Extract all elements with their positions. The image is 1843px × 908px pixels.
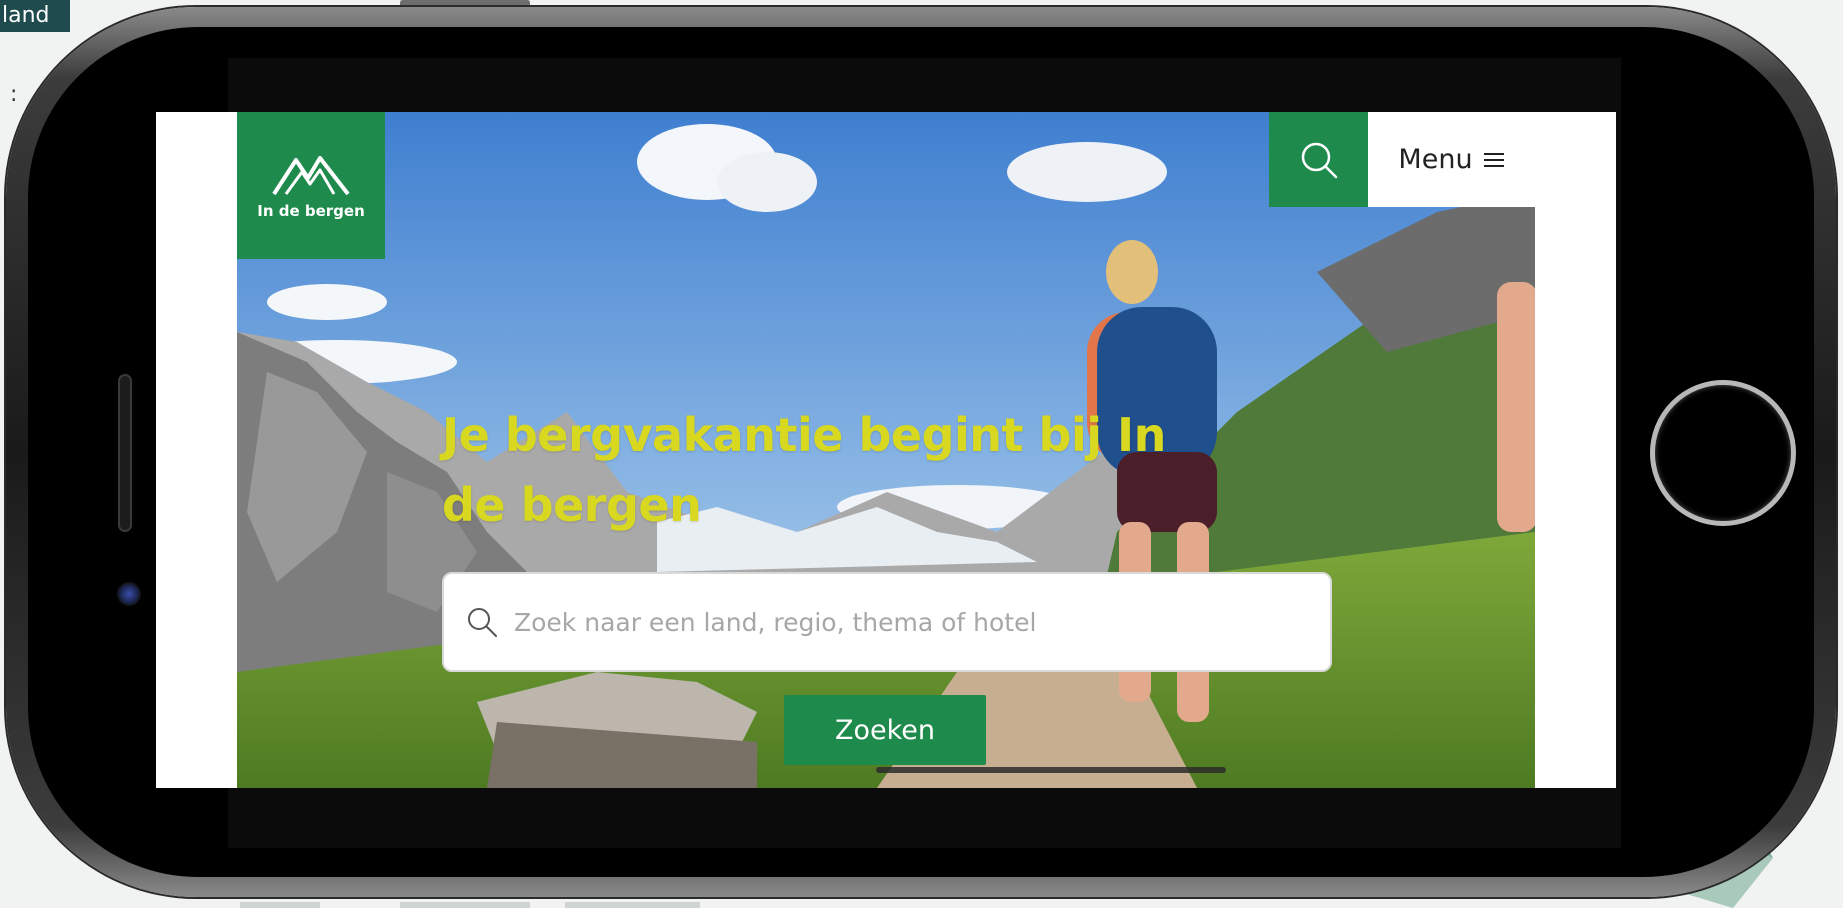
phone-camera	[117, 582, 141, 606]
scroll-indicator	[876, 767, 1226, 773]
hamburger-icon	[1483, 152, 1504, 167]
search-icon	[468, 608, 497, 637]
background-strip	[240, 902, 320, 908]
home-button[interactable]	[1650, 380, 1796, 526]
mountain-icon	[272, 156, 350, 196]
search-input[interactable]	[514, 592, 1330, 652]
destination-search-bar[interactable]	[442, 572, 1332, 672]
hero-headline: Je bergvakantie begint bij In de bergen	[442, 408, 1166, 532]
phone-speaker	[118, 374, 132, 532]
search-icon	[1301, 142, 1337, 178]
logo-text: In de bergen	[257, 202, 365, 220]
background-strip	[400, 902, 530, 908]
menu-label: Menu	[1398, 144, 1473, 175]
menu-button[interactable]: Menu	[1368, 112, 1535, 207]
background-tab[interactable]: land	[0, 0, 70, 32]
header-search-button[interactable]	[1269, 112, 1368, 207]
screenshot-stage: land : In de bergen Menu Je bergvakantie…	[0, 0, 1843, 908]
background-strip	[565, 902, 700, 908]
phone-viewport: In de bergen Menu Je bergvakantie begint…	[156, 112, 1616, 788]
site-logo[interactable]: In de bergen	[237, 112, 385, 259]
background-dots: :	[10, 82, 18, 107]
search-submit-button[interactable]: Zoeken	[784, 695, 986, 765]
